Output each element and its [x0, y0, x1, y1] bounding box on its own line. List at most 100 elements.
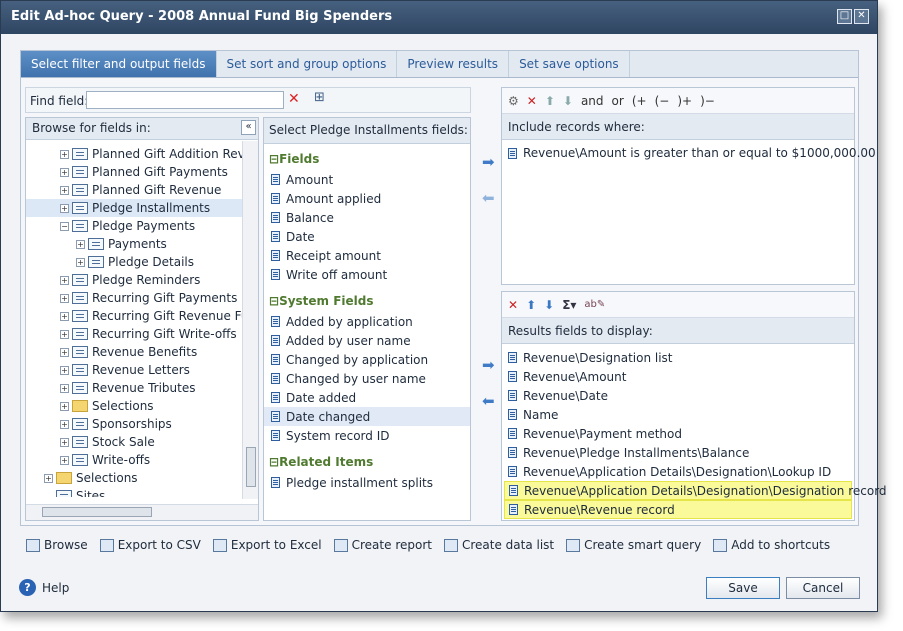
- expand-icon[interactable]: +: [60, 275, 69, 285]
- tree-vscrollbar[interactable]: [242, 141, 258, 499]
- expand-icon[interactable]: +: [60, 437, 69, 447]
- expand-icon[interactable]: +: [60, 401, 69, 411]
- export-excel-button[interactable]: Export to Excel: [212, 538, 322, 552]
- field-item[interactable]: Changed by user name: [264, 369, 470, 388]
- tree-view-icon[interactable]: ⊞: [314, 90, 325, 105]
- tree-node[interactable]: + Planned Gift Payments: [26, 163, 242, 181]
- field-item[interactable]: Amount applied: [264, 189, 470, 208]
- tree-node[interactable]: + Stock Sale: [26, 433, 242, 451]
- section-header[interactable]: ⊟ Fields: [264, 148, 470, 170]
- tree-node[interactable]: + Pledge Reminders: [26, 271, 242, 289]
- expand-icon[interactable]: +: [60, 329, 69, 339]
- summarize-sigma-icon[interactable]: Σ▾: [562, 298, 576, 312]
- tree-node[interactable]: + Selections: [26, 469, 242, 487]
- output-field-item[interactable]: Revenue\Application Details\Designation\…: [504, 481, 887, 500]
- expand-icon[interactable]: +: [44, 473, 53, 483]
- open-paren-remove-button[interactable]: (−: [655, 94, 670, 108]
- move-filter-up-icon[interactable]: ⬆: [545, 94, 555, 108]
- expand-icon[interactable]: +: [60, 167, 69, 177]
- section-header[interactable]: ⊟ Related Items: [264, 451, 470, 473]
- and-button[interactable]: and: [581, 94, 604, 108]
- move-output-down-icon[interactable]: ⬇: [544, 298, 554, 312]
- output-field-item[interactable]: Revenue\Revenue record: [504, 500, 852, 519]
- tree-node[interactable]: + Recurring Gift Write-offs: [26, 325, 242, 343]
- field-item[interactable]: Added by application: [264, 312, 470, 331]
- field-item[interactable]: Changed by application: [264, 350, 470, 369]
- tree-hscroll-thumb[interactable]: [42, 507, 152, 517]
- cancel-button[interactable]: Cancel: [786, 577, 860, 599]
- field-item[interactable]: System record ID: [264, 426, 470, 445]
- output-field-item[interactable]: Revenue\Payment method: [504, 424, 852, 443]
- field-item[interactable]: Added by user name: [264, 331, 470, 350]
- filter-properties-icon[interactable]: ⚙: [508, 94, 519, 108]
- create-report-button[interactable]: Create report: [333, 538, 432, 552]
- expand-icon[interactable]: +: [60, 383, 69, 393]
- move-filter-down-icon[interactable]: ⬇: [563, 94, 573, 108]
- tab-save-options[interactable]: Set save options: [509, 51, 630, 77]
- expand-icon[interactable]: +: [60, 455, 69, 465]
- expand-icon[interactable]: +: [60, 149, 69, 159]
- field-item[interactable]: Amount: [264, 170, 470, 189]
- create-smart-query-button[interactable]: Create smart query: [566, 538, 701, 552]
- export-csv-button[interactable]: Export to CSV: [99, 538, 201, 552]
- tree-hscrollbar[interactable]: [26, 504, 258, 520]
- tree-node[interactable]: + Recurring Gift Payments: [26, 289, 242, 307]
- expand-icon[interactable]: +: [60, 365, 69, 375]
- tree-node[interactable]: + Recurring Gift Revenue Func: [26, 307, 242, 325]
- section-header[interactable]: ⊟ System Fields: [264, 290, 470, 312]
- tree-node[interactable]: + Revenue Tributes: [26, 379, 242, 397]
- maximize-button[interactable]: □: [837, 9, 852, 24]
- tree-node[interactable]: + Pledge Details: [26, 253, 242, 271]
- expand-icon[interactable]: +: [60, 347, 69, 357]
- add-to-shortcuts-button[interactable]: Add to shortcuts: [713, 538, 830, 552]
- tree-node[interactable]: + Revenue Benefits: [26, 343, 242, 361]
- remove-output-arrow-icon[interactable]: ⬅: [482, 392, 495, 410]
- tab-sort-group[interactable]: Set sort and group options: [217, 51, 398, 77]
- browse-button[interactable]: Browse: [26, 538, 88, 552]
- tab-preview[interactable]: Preview results: [397, 51, 510, 77]
- tree-vscroll-thumb[interactable]: [246, 447, 256, 487]
- help-link[interactable]: ? Help: [19, 579, 69, 596]
- add-output-arrow-icon[interactable]: ➡: [482, 356, 495, 374]
- expand-icon[interactable]: +: [76, 239, 85, 249]
- collapse-icon[interactable]: −: [60, 221, 69, 231]
- expand-icon[interactable]: +: [60, 419, 69, 429]
- field-item[interactable]: Date: [264, 227, 470, 246]
- output-field-item[interactable]: Revenue\Amount: [504, 367, 852, 386]
- field-item[interactable]: Balance: [264, 208, 470, 227]
- expand-icon[interactable]: +: [60, 203, 69, 213]
- close-button[interactable]: ✕: [854, 9, 869, 24]
- field-item[interactable]: Pledge installment splits: [264, 473, 470, 492]
- close-paren-add-button[interactable]: )+: [677, 94, 692, 108]
- clear-find-icon[interactable]: ✕: [288, 91, 300, 107]
- delete-output-icon[interactable]: ✕: [508, 298, 518, 312]
- open-paren-add-button[interactable]: (+: [632, 94, 647, 108]
- tree-node[interactable]: + Payments: [26, 235, 242, 253]
- create-data-list-button[interactable]: Create data list: [443, 538, 554, 552]
- tree-node[interactable]: + Revenue Letters: [26, 361, 242, 379]
- delete-filter-icon[interactable]: ✕: [527, 94, 537, 108]
- rename-field-icon[interactable]: ab✎: [584, 299, 605, 310]
- expand-icon[interactable]: +: [60, 185, 69, 195]
- field-item[interactable]: Write off amount: [264, 265, 470, 284]
- expand-icon[interactable]: +: [76, 257, 85, 267]
- tree-node[interactable]: + Sponsorships: [26, 415, 242, 433]
- filter-item[interactable]: Revenue\Amount is greater than or equal …: [508, 146, 876, 160]
- move-output-up-icon[interactable]: ⬆: [526, 298, 536, 312]
- tab-select-fields[interactable]: Select filter and output fields: [21, 51, 217, 77]
- save-button[interactable]: Save: [706, 577, 780, 599]
- tree-node[interactable]: + Write-offs: [26, 451, 242, 469]
- tree-node[interactable]: − Pledge Payments: [26, 217, 242, 235]
- field-item[interactable]: Date added: [264, 388, 470, 407]
- close-paren-remove-button[interactable]: )−: [700, 94, 715, 108]
- tree-node[interactable]: + Pledge Installments: [26, 199, 242, 217]
- tree-node[interactable]: Sites: [26, 487, 242, 497]
- tree-node[interactable]: + Planned Gift Revenue: [26, 181, 242, 199]
- add-filter-arrow-icon[interactable]: ➡: [482, 153, 495, 171]
- tree-node[interactable]: + Planned Gift Addition Reven: [26, 145, 242, 163]
- output-field-item[interactable]: Revenue\Pledge Installments\Balance: [504, 443, 852, 462]
- output-field-item[interactable]: Revenue\Date: [504, 386, 852, 405]
- find-field-input[interactable]: [86, 91, 284, 109]
- output-field-item[interactable]: Name: [504, 405, 852, 424]
- collapse-panel-button[interactable]: «: [241, 120, 256, 135]
